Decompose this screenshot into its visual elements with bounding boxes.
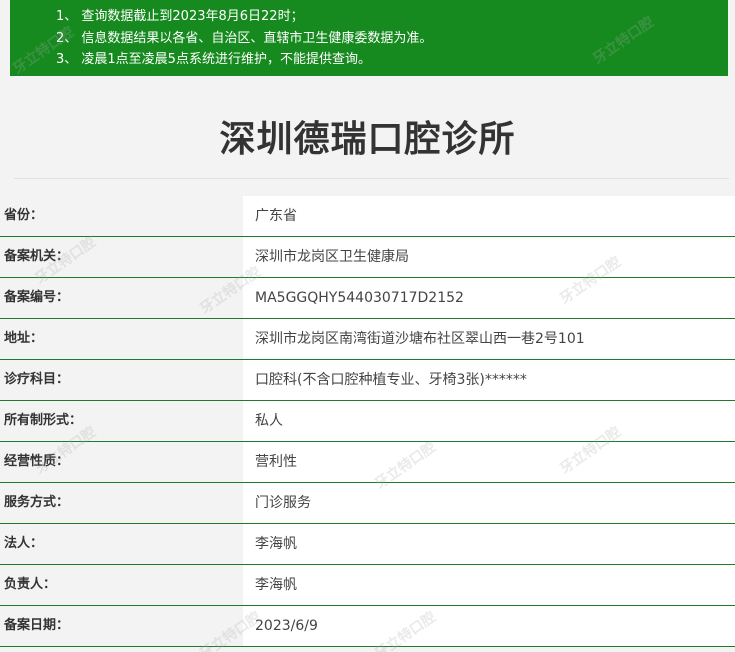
row-value: 深圳市龙岗区卫生健康局 <box>243 237 735 277</box>
row-value: 李海帆 <box>243 565 735 605</box>
row-label: 备案编号： <box>0 278 243 318</box>
info-table: 省份： 广东省 备案机关： 深圳市龙岗区卫生健康局 备案编号： MA5GGQHY… <box>0 196 735 647</box>
row-label: 地址： <box>0 319 243 359</box>
row-value: 私人 <box>243 401 735 441</box>
row-label: 诊疗科目： <box>0 360 243 400</box>
table-row: 地址： 深圳市龙岗区南湾街道沙塘布社区翠山西一巷2号101 <box>0 319 735 360</box>
notice-banner: 1、 查询数据截止到2023年8月6日22时； 2、 信息数据结果以各省、自治区… <box>10 0 728 76</box>
table-row: 省份： 广东省 <box>0 196 735 237</box>
row-label: 备案日期： <box>0 606 243 646</box>
notice-item: 3、 凌晨1点至凌晨5点系统进行维护，不能提供查询。 <box>56 52 371 67</box>
row-label: 备案机关： <box>0 237 243 277</box>
row-label: 经营性质： <box>0 442 243 482</box>
row-label: 所有制形式： <box>0 401 243 441</box>
row-value: 深圳市龙岗区南湾街道沙塘布社区翠山西一巷2号101 <box>243 319 735 359</box>
row-value: 口腔科(不含口腔种植专业、牙椅3张)****** <box>243 360 735 400</box>
table-row: 经营性质： 营利性 <box>0 442 735 483</box>
table-row: 服务方式： 门诊服务 <box>0 483 735 524</box>
table-row: 诊疗科目： 口腔科(不含口腔种植专业、牙椅3张)****** <box>0 360 735 401</box>
notice-item: 2、 信息数据结果以各省、自治区、直辖市卫生健康委数据为准。 <box>56 30 433 46</box>
row-label: 负责人： <box>0 565 243 605</box>
row-value: 2023/6/9 <box>243 606 735 646</box>
row-label: 法人： <box>0 524 243 564</box>
row-value: 门诊服务 <box>243 483 735 523</box>
row-value: MA5GGQHY544030717D2152 <box>243 278 735 318</box>
notice-list: 1、 查询数据截止到2023年8月6日22时； 2、 信息数据结果以各省、自治区… <box>56 6 728 71</box>
table-row: 备案编号： MA5GGQHY544030717D2152 <box>0 278 735 319</box>
table-row: 备案机关： 深圳市龙岗区卫生健康局 <box>0 237 735 278</box>
row-value: 营利性 <box>243 442 735 482</box>
row-label: 省份： <box>0 196 243 236</box>
row-value: 李海帆 <box>243 524 735 564</box>
row-label: 服务方式： <box>0 483 243 523</box>
table-row: 所有制形式： 私人 <box>0 401 735 442</box>
title-divider <box>14 178 729 179</box>
page-title: 深圳德瑞口腔诊所 <box>219 119 516 160</box>
table-row: 负责人： 李海帆 <box>0 565 735 606</box>
row-value: 广东省 <box>243 196 735 236</box>
table-row: 法人： 李海帆 <box>0 524 735 565</box>
notice-item: 1、 查询数据截止到2023年8月6日22时； <box>56 9 304 24</box>
table-row: 备案日期： 2023/6/9 <box>0 606 735 647</box>
